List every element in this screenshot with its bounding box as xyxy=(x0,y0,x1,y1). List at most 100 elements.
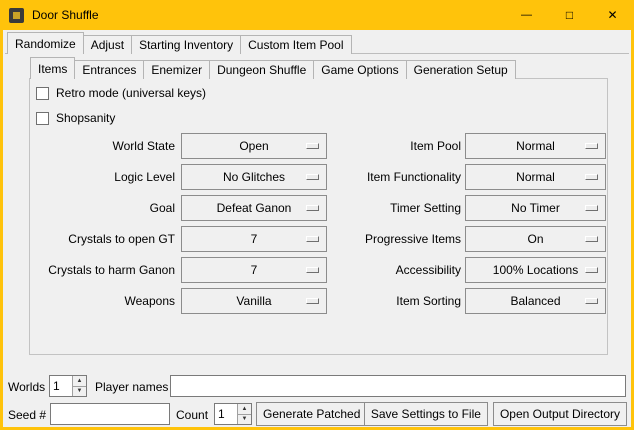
tab-dungeon-shuffle[interactable]: Dungeon Shuffle xyxy=(209,60,314,79)
tab-label: Dungeon Shuffle xyxy=(217,63,306,77)
tab-game-options[interactable]: Game Options xyxy=(313,60,406,79)
worlds-label: Worlds xyxy=(8,380,45,394)
label-world-state: World State xyxy=(3,139,175,153)
dropdown-crystals-harm-ganon[interactable]: 7 xyxy=(181,257,327,283)
dropdown-value: Open xyxy=(239,139,268,153)
label-weapons: Weapons xyxy=(3,294,175,308)
tab-custom-item-pool[interactable]: Custom Item Pool xyxy=(240,35,351,54)
tab-items[interactable]: Items xyxy=(30,57,75,79)
dropdown-world-state[interactable]: Open xyxy=(181,133,327,159)
label-item-functionality: Item Functionality xyxy=(319,170,461,184)
tab-label: Starting Inventory xyxy=(139,38,233,52)
bottom-right-buttons: Save Settings to File Open Output Direct… xyxy=(364,402,627,426)
dropdown-indicator-icon xyxy=(585,143,598,149)
app-icon xyxy=(9,8,24,23)
seed-input[interactable] xyxy=(50,403,170,425)
tab-randomize[interactable]: Randomize xyxy=(7,32,84,54)
dropdown-progressive-items[interactable]: On xyxy=(465,226,606,252)
spin-down-icon[interactable]: ▼ xyxy=(73,386,86,397)
dropdown-logic-level[interactable]: No Glitches xyxy=(181,164,327,190)
checkbox-unchecked-icon xyxy=(36,87,49,100)
dropdown-indicator-icon xyxy=(306,143,319,149)
dropdown-indicator-icon xyxy=(306,298,319,304)
checkbox-label: Retro mode (universal keys) xyxy=(56,86,206,100)
window-controls: — □ ✕ xyxy=(505,0,634,30)
window-title: Door Shuffle xyxy=(32,8,99,22)
dropdown-indicator-icon xyxy=(585,236,598,242)
tab-generation-setup[interactable]: Generation Setup xyxy=(406,60,516,79)
count-input[interactable] xyxy=(215,404,237,424)
dropdown-indicator-icon xyxy=(306,236,319,242)
dropdown-indicator-icon xyxy=(306,205,319,211)
maximize-icon[interactable]: □ xyxy=(548,0,591,30)
dropdown-indicator-icon xyxy=(585,174,598,180)
dropdown-item-pool[interactable]: Normal xyxy=(465,133,606,159)
dropdown-indicator-icon xyxy=(585,267,598,273)
dropdown-indicator-icon xyxy=(306,174,319,180)
label-crystals-open-gt: Crystals to open GT xyxy=(3,232,175,246)
dropdown-value: 100% Locations xyxy=(493,263,578,277)
dropdown-indicator-icon xyxy=(585,205,598,211)
label-item-sorting: Item Sorting xyxy=(319,294,461,308)
outer-tab-bar: Randomize Adjust Starting Inventory Cust… xyxy=(7,32,351,54)
minimize-icon[interactable]: — xyxy=(505,0,548,30)
client-area: Randomize Adjust Starting Inventory Cust… xyxy=(3,30,631,427)
spinner-arrows: ▲ ▼ xyxy=(237,404,251,424)
title-bar[interactable]: Door Shuffle — □ ✕ xyxy=(0,0,634,30)
spinner-arrows: ▲ ▼ xyxy=(72,376,86,396)
worlds-input[interactable] xyxy=(50,376,72,396)
dropdown-crystals-open-gt[interactable]: 7 xyxy=(181,226,327,252)
dropdown-indicator-icon xyxy=(306,267,319,273)
dropdown-value: 7 xyxy=(251,232,258,246)
tab-label: Generation Setup xyxy=(414,63,508,77)
inner-tab-bar: Items Entrances Enemizer Dungeon Shuffle… xyxy=(30,57,515,79)
tab-entrances[interactable]: Entrances xyxy=(74,60,144,79)
checkbox-shopsanity[interactable]: Shopsanity xyxy=(36,110,115,126)
dropdown-item-sorting[interactable]: Balanced xyxy=(465,288,606,314)
label-crystals-harm-ganon: Crystals to harm Ganon xyxy=(3,263,175,277)
close-icon[interactable]: ✕ xyxy=(591,0,634,30)
tab-label: Entrances xyxy=(82,63,136,77)
player-names-input[interactable] xyxy=(170,375,626,397)
tab-adjust[interactable]: Adjust xyxy=(83,35,132,54)
open-output-directory-button[interactable]: Open Output Directory xyxy=(493,402,627,426)
tab-label: Game Options xyxy=(321,63,398,77)
dropdown-accessibility[interactable]: 100% Locations xyxy=(465,257,606,283)
tab-label: Custom Item Pool xyxy=(248,38,343,52)
dropdown-value: Balanced xyxy=(510,294,560,308)
dropdown-indicator-icon xyxy=(585,298,598,304)
label-timer-setting: Timer Setting xyxy=(319,201,461,215)
label-item-pool: Item Pool xyxy=(319,139,461,153)
tab-starting-inventory[interactable]: Starting Inventory xyxy=(131,35,241,54)
dropdown-value: No Glitches xyxy=(223,170,285,184)
dropdown-item-functionality[interactable]: Normal xyxy=(465,164,606,190)
dropdown-value: Defeat Ganon xyxy=(217,201,292,215)
spin-up-icon[interactable]: ▲ xyxy=(238,404,251,414)
label-progressive-items: Progressive Items xyxy=(319,232,461,246)
save-settings-button[interactable]: Save Settings to File xyxy=(364,402,488,426)
seed-label: Seed # xyxy=(8,408,46,422)
tab-label: Items xyxy=(38,62,67,76)
tab-label: Enemizer xyxy=(151,63,202,77)
app-window: Door Shuffle — □ ✕ Randomize Adjust Star… xyxy=(0,0,634,430)
dropdown-value: On xyxy=(527,232,543,246)
dropdown-weapons[interactable]: Vanilla xyxy=(181,288,327,314)
dropdown-value: Vanilla xyxy=(236,294,271,308)
label-goal: Goal xyxy=(3,201,175,215)
tab-label: Adjust xyxy=(91,38,124,52)
dropdown-value: Normal xyxy=(516,139,555,153)
worlds-spinner[interactable]: ▲ ▼ xyxy=(49,375,87,397)
label-accessibility: Accessibility xyxy=(319,263,461,277)
checkbox-unchecked-icon xyxy=(36,112,49,125)
dropdown-timer-setting[interactable]: No Timer xyxy=(465,195,606,221)
spin-down-icon[interactable]: ▼ xyxy=(238,414,251,425)
checkbox-retro-mode[interactable]: Retro mode (universal keys) xyxy=(36,85,206,101)
label-logic-level: Logic Level xyxy=(3,170,175,184)
count-spinner[interactable]: ▲ ▼ xyxy=(214,403,252,425)
dropdown-value: No Timer xyxy=(511,201,560,215)
spin-up-icon[interactable]: ▲ xyxy=(73,376,86,386)
tab-enemizer[interactable]: Enemizer xyxy=(143,60,210,79)
dropdown-goal[interactable]: Defeat Ganon xyxy=(181,195,327,221)
dropdown-value: Normal xyxy=(516,170,555,184)
checkbox-label: Shopsanity xyxy=(56,111,115,125)
